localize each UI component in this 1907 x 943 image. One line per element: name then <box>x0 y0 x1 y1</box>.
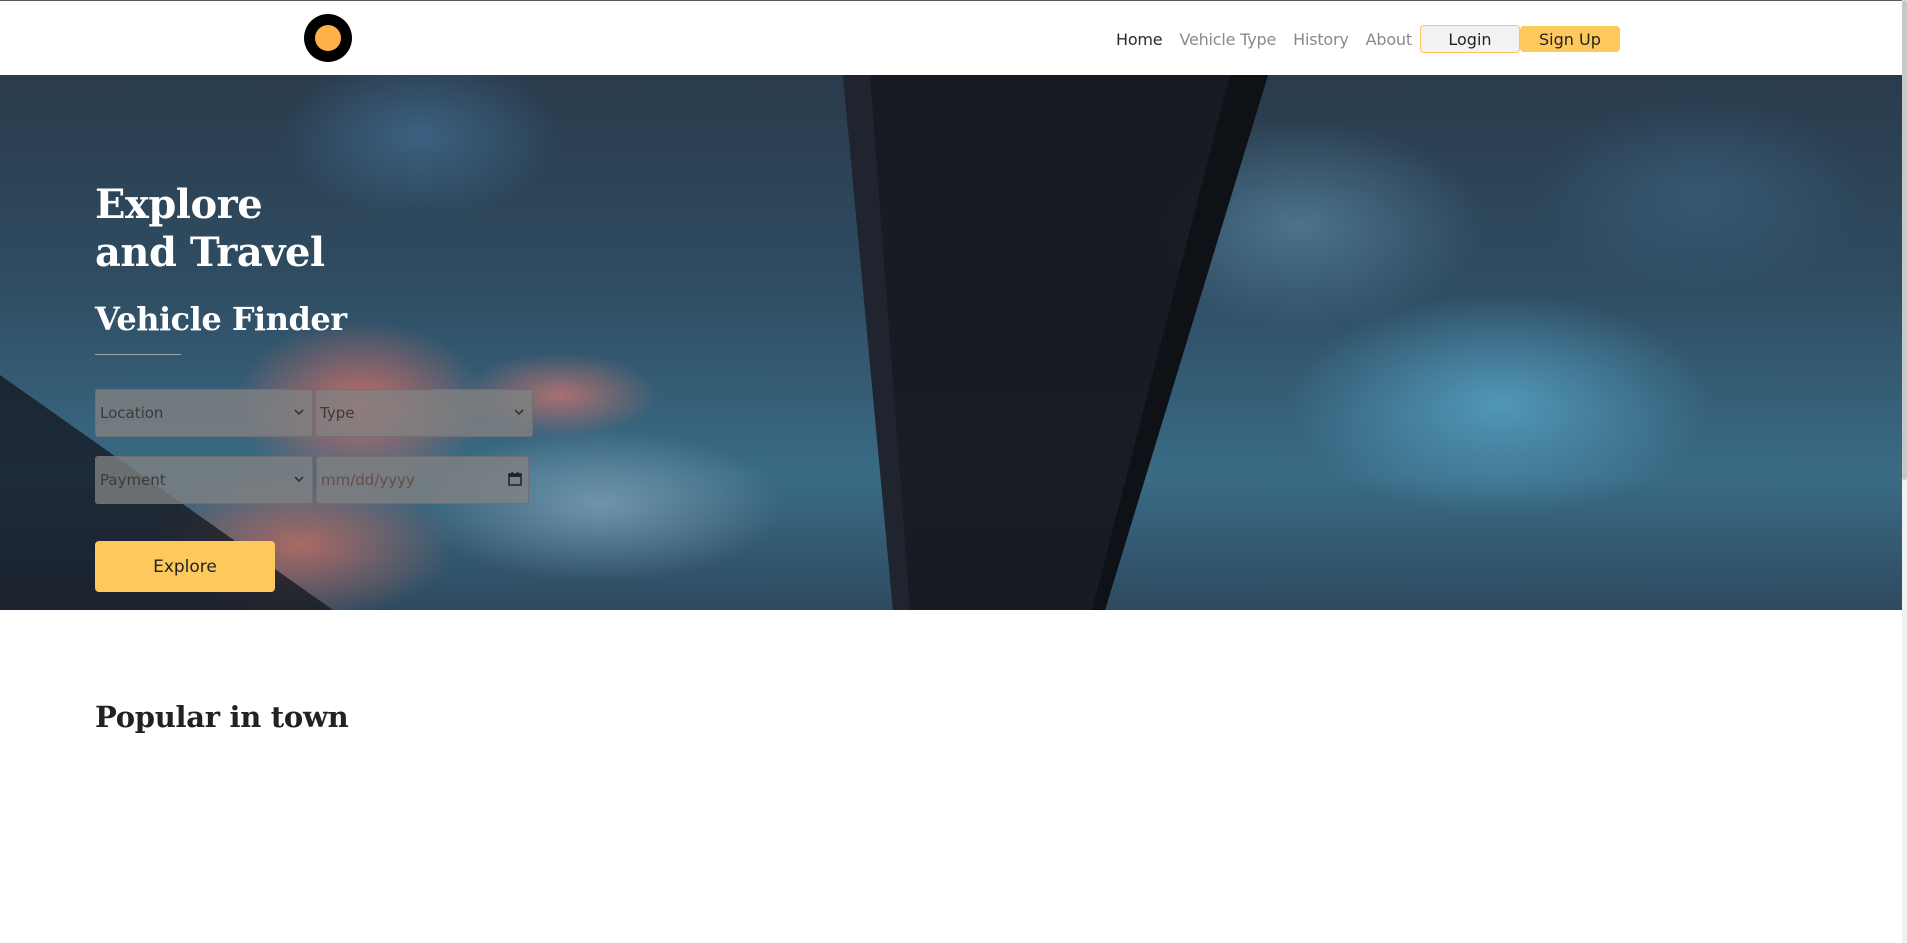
nav-history[interactable]: History <box>1293 30 1349 49</box>
chevron-down-icon <box>514 409 524 416</box>
explore-button[interactable]: Explore <box>95 541 275 592</box>
date-input[interactable]: mm/dd/yyyy <box>316 456 529 504</box>
chevron-down-icon <box>294 476 304 483</box>
signup-button[interactable]: Sign Up <box>1519 26 1620 52</box>
popular-section-title: Popular in town <box>95 700 349 734</box>
chevron-down-icon <box>294 409 304 416</box>
nav-about[interactable]: About <box>1366 30 1413 49</box>
page-scrollbar[interactable] <box>1902 0 1907 943</box>
login-button[interactable]: Login <box>1419 25 1520 53</box>
site-header: Home Vehicle Type History About Login Si… <box>0 1 1907 75</box>
hero-section: Explore and Travel Vehicle Finder Locati… <box>0 75 1907 610</box>
vehicle-finder-title: Vehicle Finder <box>95 300 347 338</box>
logo-icon[interactable] <box>304 14 352 62</box>
scrollbar-thumb[interactable] <box>1902 0 1907 480</box>
hero-title-line2: and Travel <box>95 229 325 276</box>
payment-select-value: Payment <box>100 471 166 489</box>
calendar-icon[interactable] <box>507 471 523 487</box>
nav-vehicle-type[interactable]: Vehicle Type <box>1179 30 1276 49</box>
finder-divider <box>95 354 181 355</box>
payment-select[interactable]: Payment <box>95 456 313 504</box>
location-select-value: Location <box>100 404 164 422</box>
location-select[interactable]: Location <box>95 389 313 437</box>
hero-content: Explore and Travel Vehicle Finder Locati… <box>95 75 695 610</box>
hero-title-line1: Explore <box>95 181 263 228</box>
main-nav: Home Vehicle Type History About Login Si… <box>1116 25 1620 53</box>
logo-inner-dot <box>315 25 341 51</box>
nav-home[interactable]: Home <box>1116 30 1163 49</box>
type-select-value: Type <box>320 404 355 422</box>
date-input-placeholder: mm/dd/yyyy <box>321 471 415 489</box>
hero-title: Explore and Travel <box>95 181 325 277</box>
type-select[interactable]: Type <box>315 389 533 437</box>
